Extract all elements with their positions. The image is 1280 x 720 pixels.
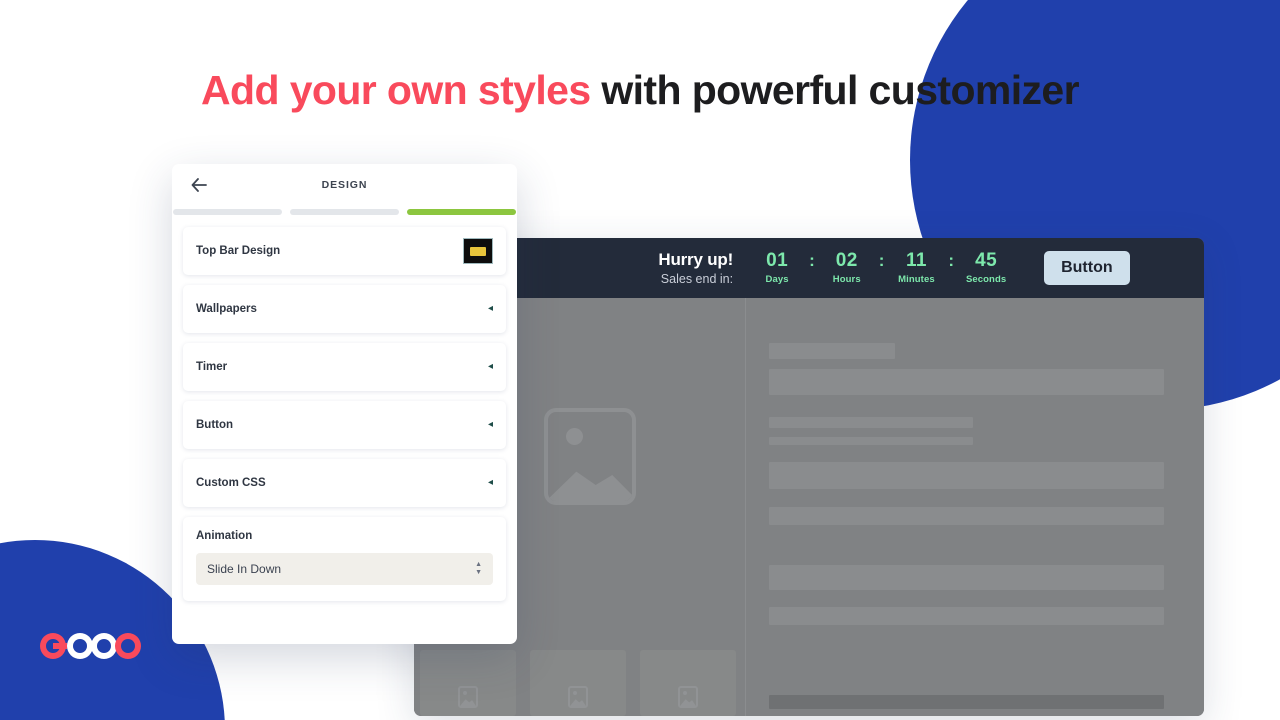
announcement-text-group: Hurry up! Sales end in:	[658, 250, 733, 286]
skeleton-bar	[769, 417, 973, 428]
skeleton-bar	[769, 607, 1164, 625]
preview-page-skeleton	[414, 298, 1204, 716]
settings-row-label: Wallpapers	[196, 303, 257, 315]
chevron-left-icon: ◂	[487, 477, 493, 488]
settings-row-label: Timer	[196, 361, 228, 373]
preview-thumbnail	[420, 650, 516, 716]
countdown-separator-1: :	[809, 251, 815, 270]
top-bar-preview-thumbnail-icon	[463, 238, 493, 264]
image-placeholder-icon	[568, 686, 588, 708]
announcement-title: Hurry up!	[658, 250, 734, 270]
skeleton-bar	[769, 462, 1164, 489]
image-placeholder-icon	[678, 686, 698, 708]
skeleton-bar	[769, 437, 973, 445]
preview-thumbnail	[530, 650, 626, 716]
store-preview-window: Hurry up! Sales end in: 01 Days : 02 Hou…	[414, 238, 1204, 716]
preview-thumbnail-strip	[414, 644, 746, 716]
panel-title: DESIGN	[321, 179, 368, 191]
design-customizer-panel: DESIGN Top Bar Design Wallpapers ◂ Timer…	[172, 164, 517, 644]
image-placeholder-icon	[544, 408, 636, 505]
animation-select[interactable]: Slide In Down ▲ ▼	[196, 553, 493, 585]
arrow-left-icon[interactable]	[188, 174, 210, 196]
image-placeholder-icon	[458, 686, 478, 708]
chevron-left-icon: ◂	[487, 419, 493, 430]
logo-ring-g	[40, 633, 67, 659]
countdown-label-seconds: Seconds	[965, 274, 1007, 285]
image-placeholder-mountain	[548, 471, 632, 501]
countdown-unit-minutes: 11 Minutes	[894, 250, 938, 286]
countdown-value-hours: 02	[835, 250, 858, 271]
announcement-cta-button[interactable]: Button	[1044, 251, 1130, 285]
countdown-unit-seconds: 45 Seconds	[964, 250, 1008, 286]
announcement-subtitle: Sales end in:	[660, 271, 734, 286]
preview-right-column	[746, 298, 1204, 716]
skeleton-bar-footer	[769, 695, 1164, 709]
countdown-value-seconds: 45	[975, 250, 998, 271]
countdown-label-hours: Hours	[832, 274, 861, 285]
announcement-bar: Hurry up! Sales end in: 01 Days : 02 Hou…	[414, 238, 1204, 298]
countdown-separator-2: :	[878, 251, 885, 270]
countdown-value-days: 01	[766, 250, 789, 271]
countdown-label-minutes: Minutes	[898, 274, 935, 285]
countdown-value-minutes: 11	[905, 250, 927, 271]
page-title-accent: Add your own styles	[201, 67, 591, 113]
animation-select-value: Slide In Down	[207, 562, 282, 576]
image-placeholder-sun	[566, 428, 583, 445]
countdown-unit-hours: 02 Hours	[825, 250, 869, 286]
settings-row-button[interactable]: Button ◂	[183, 401, 506, 449]
skeleton-bar	[769, 507, 1164, 525]
panel-step-indicator	[172, 206, 517, 215]
countdown-timer: 01 Days : 02 Hours : 11 Minutes : 45 Sec…	[755, 250, 1008, 286]
preview-thumbnail	[640, 650, 736, 716]
countdown-label-days: Days	[765, 274, 789, 285]
countdown-unit-days: 01 Days	[755, 250, 799, 286]
settings-row-label: Top Bar Design	[196, 245, 281, 257]
settings-card-animation: Animation Slide In Down ▲ ▼	[183, 517, 506, 601]
settings-row-wallpapers[interactable]: Wallpapers ◂	[183, 285, 506, 333]
panel-header: DESIGN	[172, 164, 517, 206]
chevron-left-icon: ◂	[487, 303, 493, 314]
animation-label: Animation	[196, 530, 253, 542]
settings-row-top-bar-design[interactable]: Top Bar Design	[183, 227, 506, 275]
skeleton-bar	[769, 343, 896, 359]
settings-row-label: Custom CSS	[196, 477, 266, 489]
countdown-separator-3: :	[948, 251, 955, 270]
chevron-updown-icon: ▲ ▼	[475, 561, 482, 576]
skeleton-bar	[769, 565, 1164, 590]
chevron-left-icon: ◂	[487, 361, 493, 372]
logo-ring-d	[115, 633, 141, 659]
brand-logo	[40, 633, 141, 659]
page-title-rest: with powerful customizer	[590, 67, 1079, 113]
page-title: Add your own styles with powerful custom…	[0, 62, 1280, 118]
settings-row-label: Button	[196, 419, 234, 431]
skeleton-bar	[769, 369, 1164, 395]
settings-row-timer[interactable]: Timer ◂	[183, 343, 506, 391]
panel-settings-list: Top Bar Design Wallpapers ◂ Timer ◂ Butt…	[172, 215, 517, 644]
settings-row-custom-css[interactable]: Custom CSS ◂	[183, 459, 506, 507]
